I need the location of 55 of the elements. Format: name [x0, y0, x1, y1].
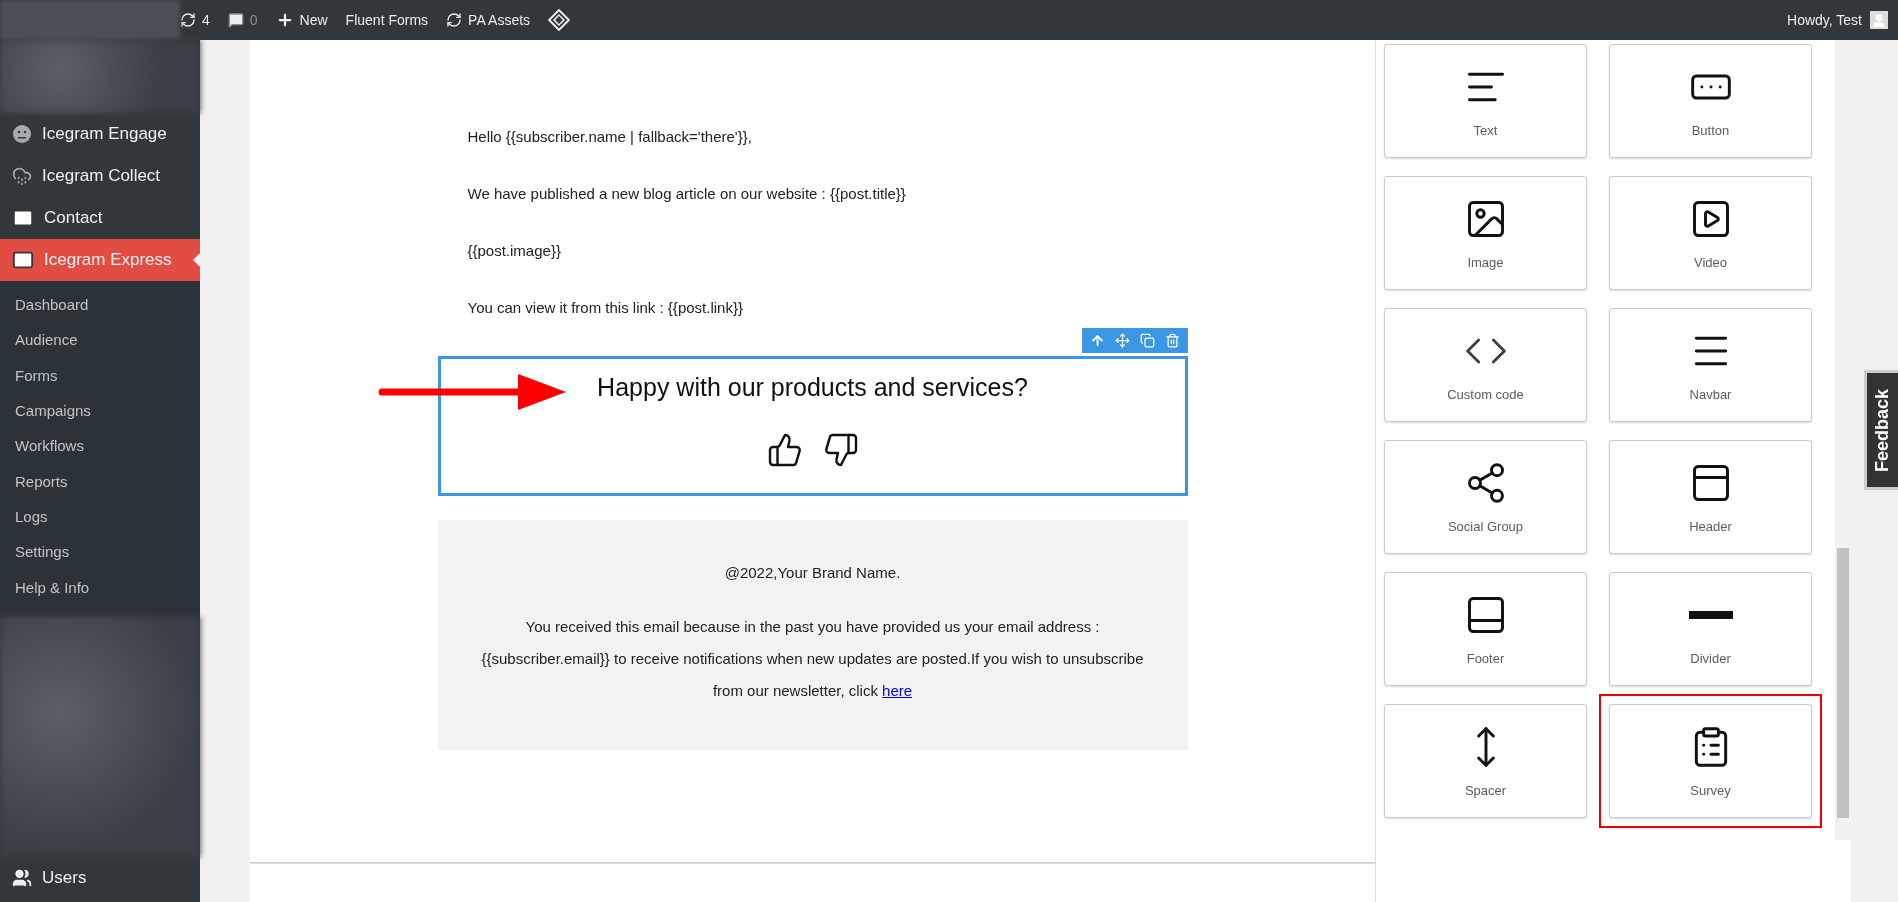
block-tile[interactable]: Footer	[1384, 572, 1587, 686]
submenu-item[interactable]: Workflows	[0, 428, 200, 464]
block-tile[interactable]: Survey	[1609, 704, 1812, 818]
block-tile[interactable]: Button	[1609, 44, 1812, 158]
footer-notice: You received this email because in the past you have provided us your email address : {{subscriber.email}} to receive notifications when new updates are posted.If you wish to unsubscribe from our newsletter, click here	[480, 617, 1145, 701]
copy-icon[interactable]	[1139, 333, 1155, 348]
submenu-item[interactable]: Logs	[0, 498, 200, 535]
submenu-item[interactable]: Settings	[0, 534, 200, 570]
email-text: We have published a new blog article on our website : {{post.title}}	[467, 185, 906, 203]
block-tile[interactable]: Image	[1384, 176, 1587, 290]
thumbs-down-icon[interactable]	[822, 432, 859, 468]
sidebar-item[interactable]: Users	[0, 856, 200, 899]
trash-icon[interactable]	[1164, 333, 1180, 348]
toolbar-link[interactable]: Fluent Forms	[345, 12, 429, 28]
block-tile[interactable]: Text	[1384, 44, 1587, 158]
submenu-item[interactable]: Help & Info	[0, 569, 200, 605]
refresh-icon	[180, 12, 196, 28]
mail-icon	[12, 249, 34, 271]
diamond-logo-icon[interactable]	[548, 9, 571, 31]
face-icon	[12, 124, 32, 144]
sidebar-item[interactable]: Contact	[0, 197, 200, 239]
survey-block[interactable]: Happy with our products and services?	[437, 356, 1188, 496]
greeting-text[interactable]: Howdy, Test	[1787, 12, 1862, 28]
submenu-item[interactable]: Audience	[0, 322, 200, 358]
block-tile[interactable]: Divider	[1609, 572, 1812, 686]
submenu-item[interactable]: Forms	[0, 357, 200, 393]
submenu-item[interactable]: Reports	[0, 463, 200, 499]
comment-icon	[227, 12, 244, 28]
toolbar-link[interactable]: PA Assets	[446, 12, 531, 28]
feedback-tab[interactable]: Feedback	[1864, 370, 1898, 490]
block-tile[interactable]: Navbar	[1609, 308, 1812, 422]
submenu-item[interactable]: Dashboard	[0, 287, 200, 323]
move-icon[interactable]	[1114, 333, 1130, 348]
toolbar-link[interactable]: 4	[180, 12, 210, 28]
submenu-item[interactable]: Campaigns	[0, 392, 200, 429]
thumbs-up-icon[interactable]	[766, 432, 803, 468]
scrollbar[interactable]	[1835, 40, 1851, 840]
block-tile[interactable]: Header	[1609, 440, 1812, 554]
refresh-icon	[446, 12, 463, 28]
email-text: Hello {{subscriber.name | fallback='there'}},	[467, 128, 752, 146]
sidebar-item[interactable]: Icegram Collect	[0, 155, 200, 197]
block-tile[interactable]: Social Group	[1384, 440, 1587, 554]
toolbar-link[interactable]: New	[275, 11, 328, 29]
users-icon	[12, 867, 32, 888]
block-tile[interactable]: Spacer	[1384, 704, 1587, 818]
unsubscribe-link[interactable]: here	[882, 682, 913, 699]
sidebar-item[interactable]: Icegram Engage	[0, 113, 200, 155]
block-tile[interactable]: Video	[1609, 176, 1812, 290]
email-text: {{post.image}}	[467, 242, 561, 260]
toolbar-link[interactable]: 0	[227, 12, 258, 28]
cloud-icon	[12, 166, 32, 186]
block-tile[interactable]: Custom code	[1384, 308, 1587, 422]
copyright-text: @2022,Your Brand Name.	[724, 564, 901, 581]
survey-question: Happy with our products and services?	[597, 373, 1028, 402]
email-text: You can view it from this link : {{post.link}}	[467, 299, 743, 317]
